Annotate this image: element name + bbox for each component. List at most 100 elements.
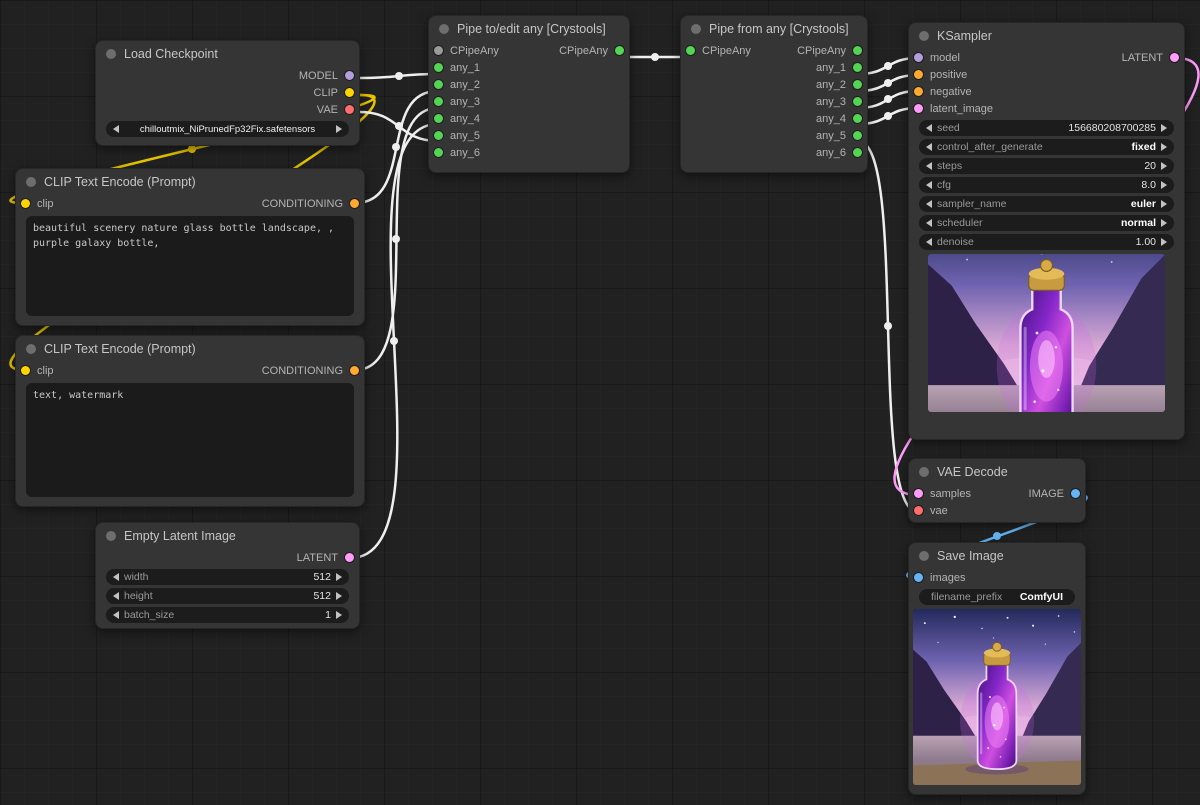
any-5-input-port[interactable]: [434, 131, 443, 140]
clip-input-port[interactable]: [21, 366, 30, 375]
sampler-name-widget[interactable]: sampler_name euler: [919, 196, 1174, 212]
decrement-arrow-icon[interactable]: [113, 125, 119, 133]
batch-size-widget[interactable]: batch_size 1: [106, 607, 349, 623]
increment-arrow-icon[interactable]: [336, 125, 342, 133]
node-save-image[interactable]: Save Image images filename_prefix ComfyU…: [908, 542, 1086, 795]
node-header[interactable]: Empty Latent Image: [96, 523, 359, 549]
collapse-dot-icon[interactable]: [106, 49, 116, 59]
any-6-input-port[interactable]: [434, 148, 443, 157]
steps-widget[interactable]: steps 20: [919, 158, 1174, 174]
collapse-dot-icon[interactable]: [106, 531, 116, 541]
increment-arrow-icon[interactable]: [1161, 162, 1167, 170]
any-3-output-port[interactable]: [853, 97, 862, 106]
image-output-port[interactable]: [1071, 489, 1080, 498]
node-clip-text-encode-positive[interactable]: CLIP Text Encode (Prompt) clip CONDITION…: [15, 168, 365, 326]
decrement-arrow-icon[interactable]: [113, 592, 119, 600]
any-2-input-port[interactable]: [434, 80, 443, 89]
cpipeany-output-port[interactable]: [853, 46, 862, 55]
increment-arrow-icon[interactable]: [336, 573, 342, 581]
cpipeany-input-port[interactable]: [686, 46, 695, 55]
decrement-arrow-icon[interactable]: [113, 573, 119, 581]
increment-arrow-icon[interactable]: [336, 611, 342, 619]
clip-input-port[interactable]: [21, 199, 30, 208]
clip-output-port[interactable]: [345, 88, 354, 97]
any-5-output-port[interactable]: [853, 131, 862, 140]
decrement-arrow-icon[interactable]: [113, 611, 119, 619]
collapse-dot-icon[interactable]: [26, 177, 36, 187]
node-pipe-to-any[interactable]: Pipe to/edit any [Crystools] CPipeAny CP…: [428, 15, 630, 173]
node-empty-latent-image[interactable]: Empty Latent Image LATENT width 512 heig…: [95, 522, 360, 629]
increment-arrow-icon[interactable]: [1161, 200, 1167, 208]
latent-output-port[interactable]: [345, 553, 354, 562]
decrement-arrow-icon[interactable]: [926, 143, 932, 151]
vae-input-port[interactable]: [914, 506, 923, 515]
denoise-widget[interactable]: denoise 1.00: [919, 234, 1174, 250]
node-header[interactable]: Save Image: [909, 543, 1085, 569]
node-header[interactable]: CLIP Text Encode (Prompt): [16, 169, 364, 195]
decrement-arrow-icon[interactable]: [926, 181, 932, 189]
collapse-dot-icon[interactable]: [691, 24, 701, 34]
cpipeany-output-port[interactable]: [615, 46, 624, 55]
any-1-input-port[interactable]: [434, 63, 443, 72]
vae-output-port[interactable]: [345, 105, 354, 114]
collapse-dot-icon[interactable]: [919, 467, 929, 477]
any-3-input-port[interactable]: [434, 97, 443, 106]
increment-arrow-icon[interactable]: [1161, 181, 1167, 189]
increment-arrow-icon[interactable]: [1161, 219, 1167, 227]
any-4-input-port[interactable]: [434, 114, 443, 123]
node-header[interactable]: Load Checkpoint: [96, 41, 359, 67]
collapse-dot-icon[interactable]: [439, 24, 449, 34]
decrement-arrow-icon[interactable]: [926, 238, 932, 246]
increment-arrow-icon[interactable]: [336, 592, 342, 600]
latent-output-port[interactable]: [1170, 53, 1179, 62]
collapse-dot-icon[interactable]: [919, 551, 929, 561]
node-header[interactable]: Pipe from any [Crystools]: [681, 16, 867, 42]
decrement-arrow-icon[interactable]: [926, 200, 932, 208]
width-widget[interactable]: width 512: [106, 569, 349, 585]
node-header[interactable]: KSampler: [909, 23, 1184, 49]
positive-input-port[interactable]: [914, 70, 923, 79]
decrement-arrow-icon[interactable]: [926, 124, 932, 132]
filename-prefix-widget[interactable]: filename_prefix ComfyUI: [919, 589, 1075, 605]
ckpt-name-widget[interactable]: chilloutmix_NiPrunedFp32Fix.safetensors: [106, 121, 349, 137]
graph-canvas[interactable]: Load Checkpoint MODEL CLIP VAE chilloutm…: [0, 0, 1200, 805]
any-4-output-port[interactable]: [853, 114, 862, 123]
positive-prompt-textarea[interactable]: beautiful scenery nature glass bottle la…: [26, 216, 354, 316]
node-header[interactable]: VAE Decode: [909, 459, 1085, 485]
node-title: Pipe from any [Crystools]: [709, 22, 849, 36]
model-input-port[interactable]: [914, 53, 923, 62]
negative-prompt-textarea[interactable]: text, watermark: [26, 383, 354, 497]
control-after-generate-widget[interactable]: control_after_generate fixed: [919, 139, 1174, 155]
decrement-arrow-icon[interactable]: [926, 162, 932, 170]
latent-image-input-port[interactable]: [914, 104, 923, 113]
any-2-output-label: any_2: [816, 79, 846, 91]
negative-input-port[interactable]: [914, 87, 923, 96]
seed-widget[interactable]: seed 156680208700285: [919, 120, 1174, 136]
model-output-port[interactable]: [345, 71, 354, 80]
conditioning-output-port[interactable]: [350, 199, 359, 208]
any-2-output-port[interactable]: [853, 80, 862, 89]
node-load-checkpoint[interactable]: Load Checkpoint MODEL CLIP VAE chilloutm…: [95, 40, 360, 146]
increment-arrow-icon[interactable]: [1161, 143, 1167, 151]
increment-arrow-icon[interactable]: [1161, 124, 1167, 132]
collapse-dot-icon[interactable]: [919, 31, 929, 41]
widget-value: 512: [313, 571, 331, 583]
cpipeany-input-port[interactable]: [434, 46, 443, 55]
samples-input-port[interactable]: [914, 489, 923, 498]
node-ksampler[interactable]: KSampler model LATENT positive negative …: [908, 22, 1185, 440]
scheduler-widget[interactable]: scheduler normal: [919, 215, 1174, 231]
decrement-arrow-icon[interactable]: [926, 219, 932, 227]
cfg-widget[interactable]: cfg 8.0: [919, 177, 1174, 193]
collapse-dot-icon[interactable]: [26, 344, 36, 354]
images-input-port[interactable]: [914, 573, 923, 582]
increment-arrow-icon[interactable]: [1161, 238, 1167, 246]
node-header[interactable]: CLIP Text Encode (Prompt): [16, 336, 364, 362]
height-widget[interactable]: height 512: [106, 588, 349, 604]
conditioning-output-port[interactable]: [350, 366, 359, 375]
node-clip-text-encode-negative[interactable]: CLIP Text Encode (Prompt) clip CONDITION…: [15, 335, 365, 507]
node-header[interactable]: Pipe to/edit any [Crystools]: [429, 16, 629, 42]
node-vae-decode[interactable]: VAE Decode samples IMAGE vae: [908, 458, 1086, 523]
any-1-output-port[interactable]: [853, 63, 862, 72]
node-pipe-from-any[interactable]: Pipe from any [Crystools] CPipeAny CPipe…: [680, 15, 868, 173]
any-6-output-port[interactable]: [853, 148, 862, 157]
